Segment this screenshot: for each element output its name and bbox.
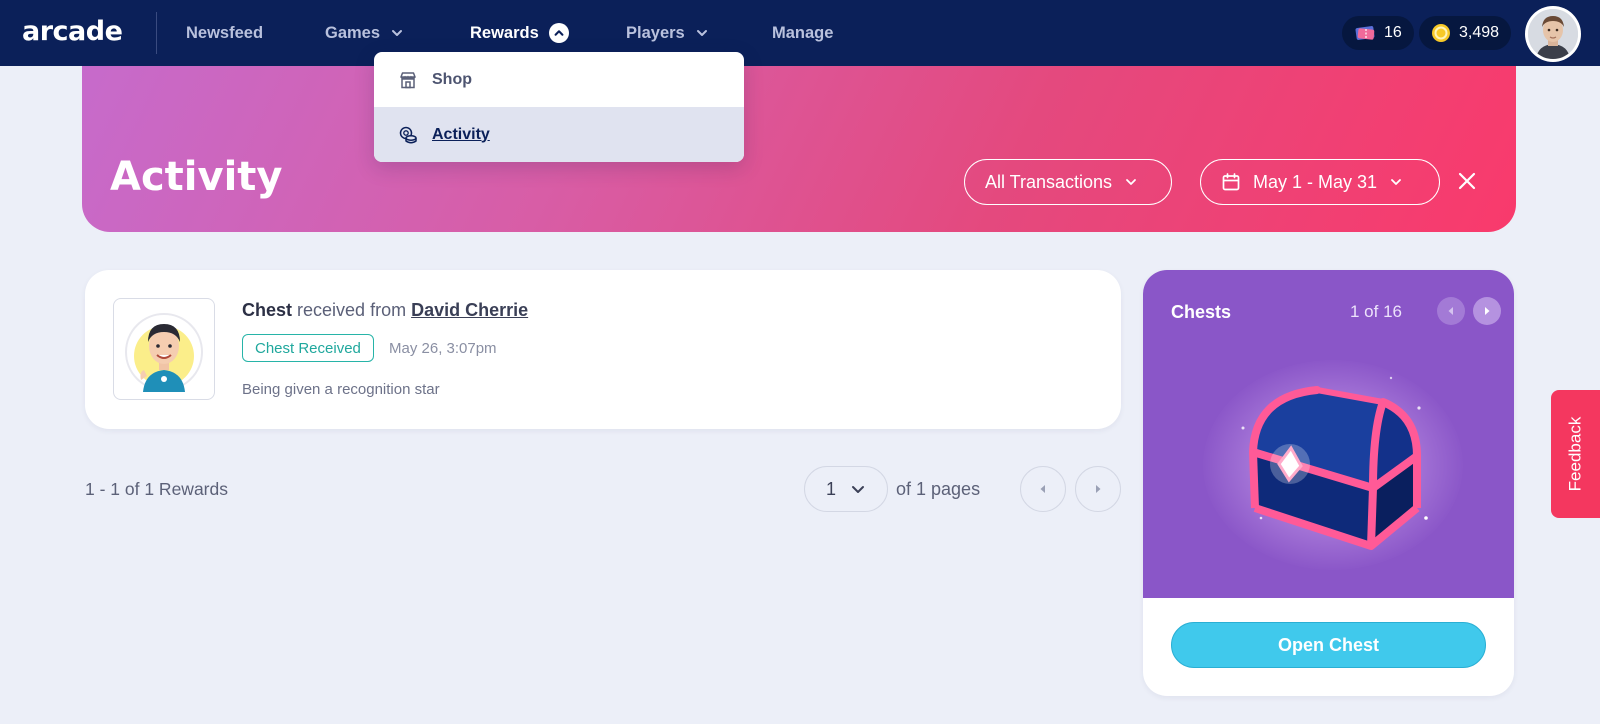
- nav-item-label: Games: [325, 23, 381, 42]
- user-avatar-photo: [1528, 9, 1578, 59]
- dropdown-item-activity[interactable]: Activity: [374, 107, 744, 162]
- tickets-balance[interactable]: 16: [1342, 16, 1414, 50]
- user-avatar[interactable]: [1525, 6, 1581, 62]
- caret-left-icon: [1448, 307, 1453, 315]
- page-title: Activity: [110, 154, 283, 200]
- sender-name-link[interactable]: David Cherrie: [411, 300, 528, 320]
- clear-filters-close-icon[interactable]: [1456, 170, 1478, 192]
- chests-title: Chests: [1171, 302, 1232, 322]
- chevron-down-icon: [852, 486, 864, 493]
- next-page-button[interactable]: [1075, 466, 1121, 512]
- nav-item-label: Newsfeed: [186, 23, 264, 42]
- calendar-icon: [1222, 173, 1240, 191]
- next-chest-button[interactable]: [1473, 297, 1501, 325]
- nav-item-label: Players: [626, 23, 685, 42]
- tickets-count: 16: [1384, 24, 1402, 41]
- coin-icon: [1432, 24, 1450, 42]
- feedback-label: Feedback: [1565, 416, 1585, 492]
- chevron-down-icon: [1391, 179, 1401, 185]
- coins-balance[interactable]: 3,498: [1419, 16, 1512, 50]
- transaction-filter-label: All Transactions: [985, 171, 1113, 192]
- total-pages-label: of 1 pages: [896, 479, 981, 499]
- caret-left-icon: [1040, 485, 1045, 493]
- chest-showcase: Chests 1 of 16: [1143, 270, 1514, 598]
- feedback-tab[interactable]: Feedback: [1551, 390, 1600, 518]
- nav-item-label: Manage: [772, 23, 834, 42]
- nav-item-rewards[interactable]: Rewards: [470, 21, 569, 45]
- coins-count: 3,498: [1459, 24, 1500, 41]
- nav-item-manage[interactable]: Manage: [772, 21, 833, 45]
- activity-received-text: received from: [297, 300, 407, 320]
- treasure-chest-image: [1241, 376, 1428, 550]
- dropdown-item-label: Activity: [432, 125, 490, 143]
- dropdown-item-shop[interactable]: Shop: [374, 52, 744, 107]
- arcade-logo[interactable]: arcade: [22, 16, 123, 47]
- activity-header: Activity All Transactions May 1 - May 31: [82, 40, 1516, 232]
- caret-right-icon: [1485, 307, 1490, 315]
- results-summary: 1 - 1 of 1 Rewards: [85, 479, 228, 499]
- activity-item-card[interactable]: Chest received from David Cherrie Chest …: [85, 270, 1121, 429]
- date-range-select[interactable]: May 1 - May 31: [1200, 159, 1440, 205]
- cartoon-avatar-image: [125, 313, 203, 392]
- activity-date: May 26, 3:07pm: [389, 340, 497, 357]
- nav-item-games[interactable]: Games: [325, 21, 404, 45]
- page-number-select[interactable]: 1: [804, 466, 888, 512]
- nav-divider: [156, 12, 157, 54]
- chevron-up-icon: [548, 23, 569, 43]
- activity-description: Being given a recognition star: [242, 381, 440, 398]
- nav-item-newsfeed[interactable]: Newsfeed: [186, 21, 263, 45]
- nav-item-label: Rewards: [470, 23, 539, 42]
- rewards-dropdown-menu: Shop Activity: [374, 52, 744, 162]
- previous-page-button[interactable]: [1020, 466, 1066, 512]
- coins-icon: [399, 126, 417, 143]
- sender-avatar: [113, 298, 215, 400]
- activity-item-type: Chest: [242, 300, 293, 320]
- caret-right-icon: [1096, 485, 1101, 493]
- chevron-down-icon: [696, 30, 707, 36]
- chests-panel: Chests 1 of 16 Open Chest: [1143, 270, 1514, 696]
- chest-counter: 1 of 16: [1350, 302, 1402, 321]
- current-page: 1: [825, 478, 836, 499]
- ticket-icon: [1355, 26, 1375, 40]
- dropdown-item-label: Shop: [432, 70, 472, 88]
- activity-headline: Chest received from David Cherrie: [242, 300, 528, 321]
- nav-item-players[interactable]: Players: [626, 21, 709, 45]
- chevron-down-icon: [1126, 179, 1136, 185]
- chevron-down-icon: [392, 30, 403, 36]
- date-range-label: May 1 - May 31: [1253, 171, 1378, 192]
- top-nav: arcade Newsfeed Games Rewards Players Ma…: [0, 0, 1600, 66]
- store-icon: [400, 71, 416, 88]
- previous-chest-button[interactable]: [1437, 297, 1465, 325]
- status-badge: Chest Received: [242, 334, 374, 362]
- open-chest-button[interactable]: Open Chest: [1171, 622, 1486, 668]
- transaction-filter-select[interactable]: All Transactions: [964, 159, 1172, 205]
